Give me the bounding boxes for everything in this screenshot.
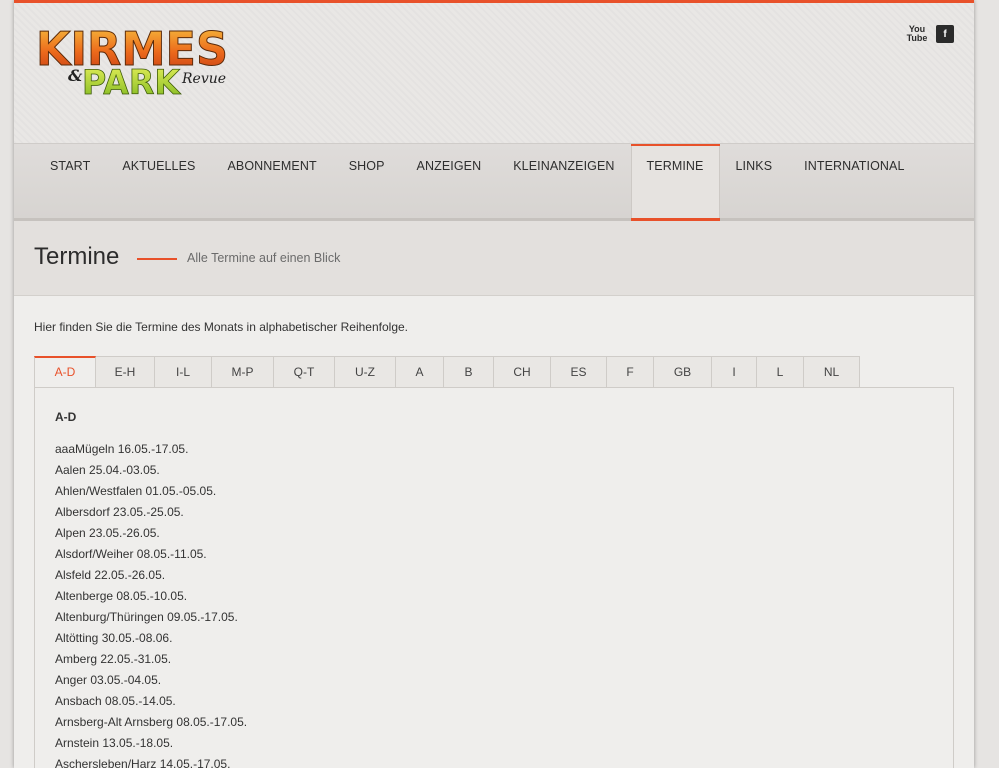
svg-text:PARK: PARK (82, 63, 182, 99)
list-item: Aalen 25.04.-03.05. (55, 463, 160, 477)
nav-item-shop[interactable]: SHOP (333, 144, 401, 218)
list-item: aaaMügeln 16.05.-17.05. (55, 442, 189, 456)
nav-item-start[interactable]: START (34, 144, 106, 218)
list-item: Alpen 23.05.-26.05. (55, 526, 160, 540)
title-divider (137, 258, 177, 260)
list-item: Altenburg/Thüringen 09.05.-17.05. (55, 610, 238, 624)
tab-u-z[interactable]: U-Z (335, 356, 396, 388)
page-subtitle: Alle Termine auf einen Blick (187, 251, 341, 265)
list-item: Aschersleben/Harz 14.05.-17.05. (55, 757, 231, 768)
tab-panel: A-D aaaMügeln 16.05.-17.05. Aalen 25.04.… (34, 387, 954, 768)
tab-i-l[interactable]: I-L (155, 356, 212, 388)
intro-text: Hier finden Sie die Termine des Monats i… (34, 320, 408, 334)
tab-i[interactable]: I (712, 356, 757, 388)
list-item: Amberg 22.05.-31.05. (55, 652, 172, 666)
list-item: Alsdorf/Weiher 08.05.-11.05. (55, 547, 207, 561)
page-title-band: Termine Alle Termine auf einen Blick (14, 221, 974, 296)
nav-item-kleinanzeigen[interactable]: KLEINANZEIGEN (497, 144, 630, 218)
tab-a[interactable]: A (396, 356, 444, 388)
list-item: Anger 03.05.-04.05. (55, 673, 162, 687)
list-item: Altötting 30.05.-08.06. (55, 631, 173, 645)
tab-a-d[interactable]: A-D (34, 356, 96, 388)
tab-ch[interactable]: CH (494, 356, 551, 388)
social-links: You Tube f (907, 25, 954, 43)
nav-item-abonnement[interactable]: ABONNEMENT (211, 144, 332, 218)
nav-item-international[interactable]: INTERNATIONAL (788, 144, 920, 218)
nav-item-termine[interactable]: TERMINE (630, 144, 720, 222)
tab-m-p[interactable]: M-P (212, 356, 274, 388)
list-item: Arnsberg-Alt Arnsberg 08.05.-17.05. (55, 715, 248, 729)
list-item: Altenberge 08.05.-10.05. (55, 589, 188, 603)
tab-b[interactable]: B (444, 356, 494, 388)
page: KIRMES & PARK Revue You Tube f START AKTU… (14, 0, 974, 768)
tab-q-t[interactable]: Q-T (274, 356, 335, 388)
list-item: Ahlen/Westfalen 01.05.-05.05. (55, 484, 217, 498)
tab-gb[interactable]: GB (654, 356, 712, 388)
list-item: Albersdorf 23.05.-25.05. (55, 505, 184, 519)
page-title: Termine (34, 243, 120, 270)
main-nav: START AKTUELLES ABONNEMENT SHOP ANZEIGEN… (14, 143, 974, 222)
tab-l[interactable]: L (757, 356, 804, 388)
list-item: Alsfeld 22.05.-26.05. (55, 568, 166, 582)
nav-item-aktuelles[interactable]: AKTUELLES (106, 144, 211, 218)
letter-tabs: A-D E-H I-L M-P Q-T U-Z A B CH ES F GB I… (34, 356, 860, 388)
nav-item-links[interactable]: LINKS (720, 144, 789, 218)
list-item: Arnstein 13.05.-18.05. (55, 736, 174, 750)
nav-item-anzeigen[interactable]: ANZEIGEN (401, 144, 498, 218)
tab-es[interactable]: ES (551, 356, 607, 388)
youtube-icon[interactable]: You Tube (907, 25, 928, 43)
facebook-icon[interactable]: f (936, 25, 954, 43)
site-logo[interactable]: KIRMES & PARK Revue (34, 21, 234, 100)
list-item: Ansbach 08.05.-14.05. (55, 694, 176, 708)
svg-text:&: & (68, 66, 83, 85)
tab-f[interactable]: F (607, 356, 654, 388)
panel-heading: A-D (55, 410, 77, 424)
site-header: KIRMES & PARK Revue You Tube f (14, 3, 974, 143)
tab-nl[interactable]: NL (804, 356, 860, 388)
tab-e-h[interactable]: E-H (96, 356, 155, 388)
event-list: aaaMügeln 16.05.-17.05. Aalen 25.04.-03.… (55, 439, 247, 768)
svg-text:Revue: Revue (181, 71, 226, 87)
